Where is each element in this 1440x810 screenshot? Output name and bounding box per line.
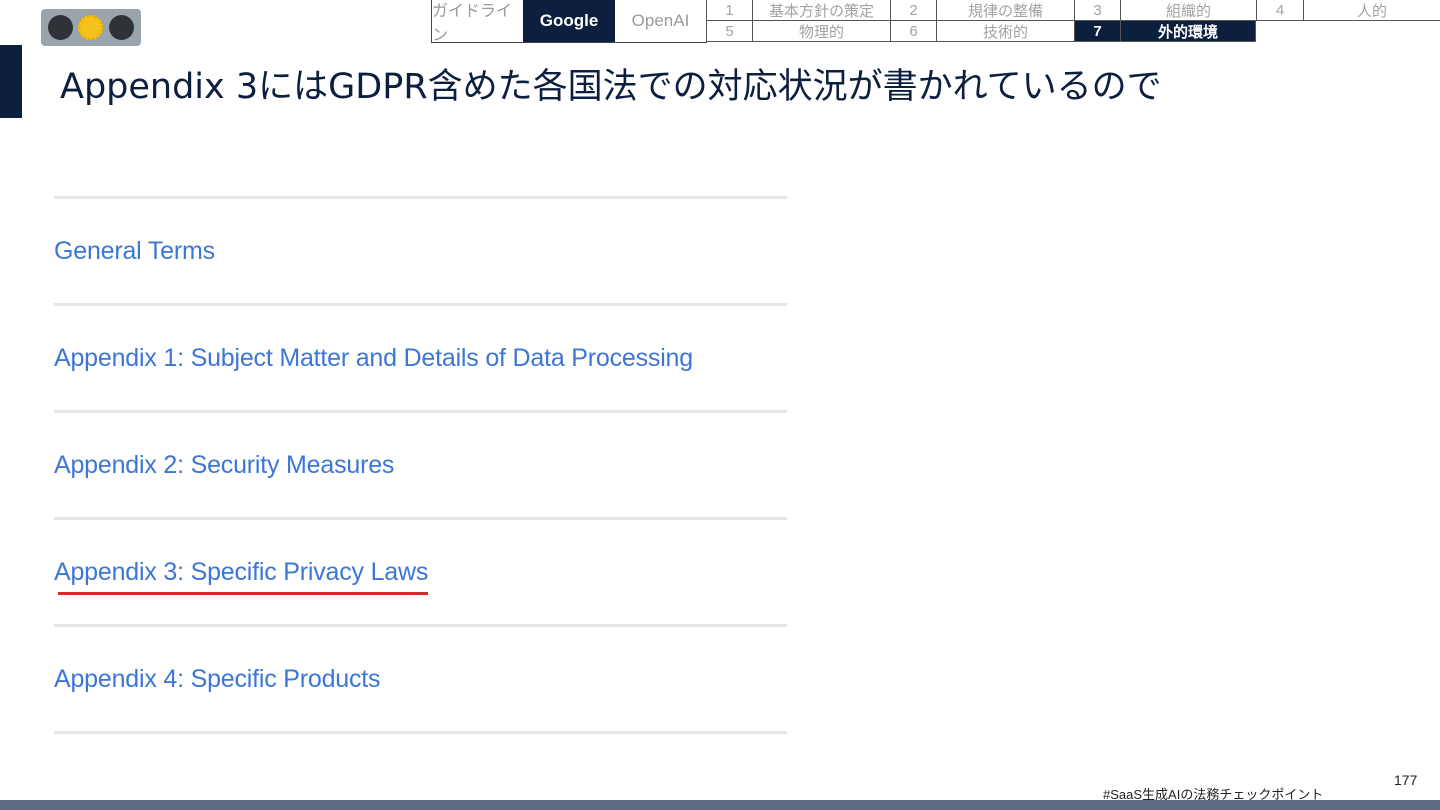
appendix-3-link-text: Appendix 3: Specific Privacy Laws — [54, 557, 429, 586]
step-4-number[interactable]: 4 — [1256, 0, 1303, 21]
list-item: Appendix 1: Subject Matter and Details o… — [54, 306, 787, 410]
step-6-label[interactable]: 技術的 — [936, 21, 1074, 42]
step-2-label[interactable]: 規律の整備 — [936, 0, 1074, 21]
slide-title: Appendix 3にはGDPR含めた各国法での対応状況が書かれているので — [60, 67, 1162, 107]
tab-openai[interactable]: OpenAI — [615, 0, 706, 42]
list-item: Appendix 3: Specific Privacy Laws — [54, 520, 787, 624]
red-lamp-icon — [47, 15, 73, 40]
list-item: Appendix 2: Security Measures — [54, 413, 787, 517]
red-underline-highlight — [58, 591, 429, 595]
step-3-label[interactable]: 組織的 — [1120, 0, 1256, 21]
step-5-label[interactable]: 物理的 — [752, 21, 890, 42]
appendix-4-link[interactable]: Appendix 4: Specific Products — [54, 665, 381, 694]
bottom-bar — [0, 800, 1440, 810]
appendix-2-link[interactable]: Appendix 2: Security Measures — [54, 451, 394, 480]
document-outline: General Terms Appendix 1: Subject Matter… — [54, 196, 787, 734]
list-item: General Terms — [54, 199, 787, 303]
traffic-light-logo — [41, 9, 141, 46]
step-2-number[interactable]: 2 — [890, 0, 936, 21]
step-navigation: 1 基本方針の策定 2 規律の整備 3 組織的 4 人的 5 物理的 6 技術的… — [706, 0, 1440, 43]
appendix-3-link[interactable]: Appendix 3: Specific Privacy Laws — [54, 557, 429, 595]
general-terms-link[interactable]: General Terms — [54, 237, 215, 266]
title-accent-bar — [0, 45, 22, 118]
step-1-label[interactable]: 基本方針の策定 — [752, 0, 890, 21]
green-lamp-icon — [109, 15, 135, 40]
step-6-number[interactable]: 6 — [890, 21, 936, 42]
yellow-lamp-icon — [78, 15, 104, 40]
step-3-number[interactable]: 3 — [1074, 0, 1120, 21]
source-tabs: ガイドライン Google OpenAI — [431, 0, 707, 44]
tab-guideline[interactable]: ガイドライン — [432, 0, 523, 44]
appendix-1-link[interactable]: Appendix 1: Subject Matter and Details o… — [54, 344, 693, 373]
list-item: Appendix 4: Specific Products — [54, 627, 787, 731]
step-1-number[interactable]: 1 — [706, 0, 752, 21]
tab-google[interactable]: Google — [523, 0, 615, 42]
step-4-label[interactable]: 人的 — [1303, 0, 1440, 21]
divider — [54, 731, 787, 734]
step-7-label[interactable]: 外的環境 — [1120, 21, 1256, 42]
step-7-number[interactable]: 7 — [1074, 21, 1120, 42]
step-5-number[interactable]: 5 — [706, 21, 752, 42]
page-number: 177 — [1394, 772, 1418, 788]
